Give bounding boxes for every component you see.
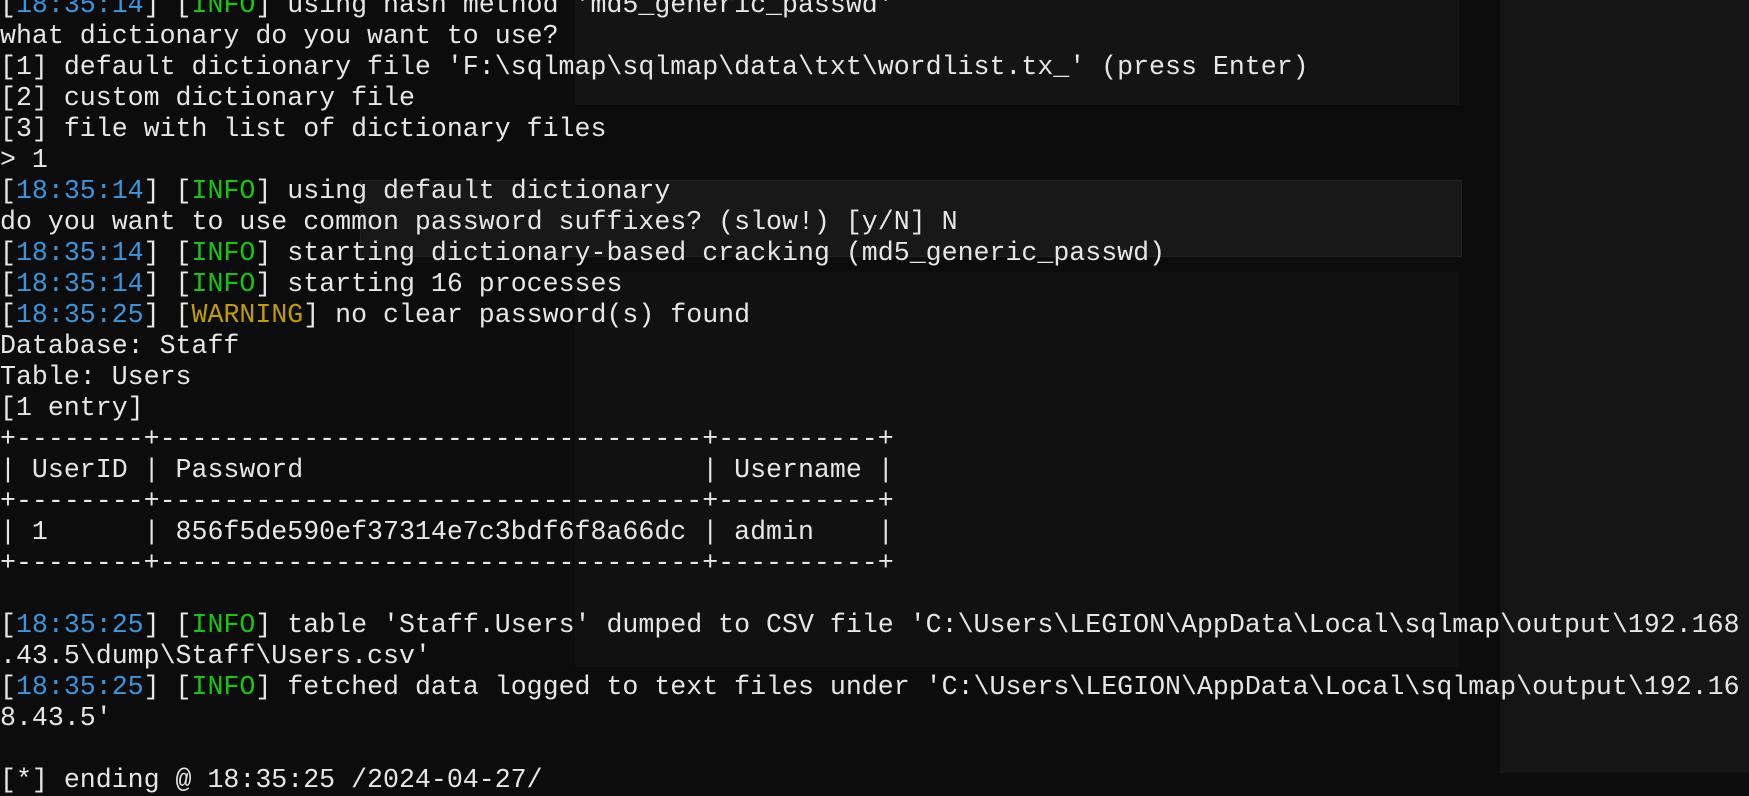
text: ] fetched data logged to text files unde…	[255, 672, 1740, 702]
text: ] [	[143, 672, 192, 702]
text: +--------+------------------------------…	[0, 548, 894, 578]
terminal-line: 8.43.5'	[0, 703, 1749, 734]
text: ] [	[143, 0, 192, 20]
text: ] using default dictionary	[255, 176, 671, 206]
text: [	[0, 672, 16, 702]
text: what dictionary do you want to use?	[0, 21, 559, 51]
terminal-output[interactable]: [18:35:14] [INFO] using hash method 'md5…	[0, 0, 1749, 796]
text: 8.43.5'	[0, 703, 112, 733]
text: > 1	[0, 145, 48, 175]
text: ] using hash method 'md5_generic_passwd'	[255, 0, 894, 20]
timestamp: 18:35:25	[15, 672, 144, 702]
text: ] table 'Staff.Users' dumped to CSV file…	[255, 610, 1740, 640]
terminal-line: [2] custom dictionary file	[0, 83, 1749, 114]
info-tag: INFO	[191, 0, 256, 20]
text: ] no clear password(s) found	[303, 300, 751, 330]
text: ] [	[143, 300, 192, 330]
timestamp: 18:35:25	[15, 300, 144, 330]
info-tag: INFO	[191, 238, 256, 268]
terminal-line: [18:35:14] [INFO] starting dictionary-ba…	[0, 238, 1749, 269]
text: [	[0, 0, 16, 20]
terminal-line: Database: Staff	[0, 331, 1749, 362]
timestamp: 18:35:25	[15, 610, 144, 640]
terminal-line: [18:35:14] [INFO] starting 16 processes	[0, 269, 1749, 300]
terminal-line: +--------+------------------------------…	[0, 486, 1749, 517]
text: ] starting dictionary-based cracking (md…	[255, 238, 1166, 268]
text: +--------+------------------------------…	[0, 424, 894, 454]
text: [	[0, 269, 16, 299]
text: [3] file with list of dictionary files	[0, 114, 607, 144]
info-tag: INFO	[191, 610, 256, 640]
text: [	[0, 176, 16, 206]
terminal-line: [*] ending @ 18:35:25 /2024-04-27/	[0, 765, 1749, 796]
terminal-line: .43.5\dump\Staff\Users.csv'	[0, 641, 1749, 672]
terminal-line: [18:35:25] [INFO] fetched data logged to…	[0, 672, 1749, 703]
terminal-line: | UserID | Password | Username |	[0, 455, 1749, 486]
text: [1 entry]	[0, 393, 144, 423]
text: do you want to use common password suffi…	[0, 207, 958, 237]
terminal-line: [3] file with list of dictionary files	[0, 114, 1749, 145]
text: +--------+------------------------------…	[0, 486, 894, 516]
text: [2] custom dictionary file	[0, 83, 415, 113]
terminal-line: Table: Users	[0, 362, 1749, 393]
warning-tag: WARNING	[191, 300, 304, 330]
terminal-line: [18:35:14] [INFO] using default dictiona…	[0, 176, 1749, 207]
timestamp: 18:35:14	[15, 0, 144, 20]
terminal-line: > 1	[0, 145, 1749, 176]
terminal-line: [18:35:25] [INFO] table 'Staff.Users' du…	[0, 610, 1749, 641]
terminal-line: +--------+------------------------------…	[0, 548, 1749, 579]
text: Table: Users	[0, 362, 192, 392]
text: ] [	[143, 176, 192, 206]
info-tag: INFO	[191, 269, 256, 299]
text: ] [	[143, 238, 192, 268]
terminal-line: [1] default dictionary file 'F:\sqlmap\s…	[0, 52, 1749, 83]
terminal-line: +--------+------------------------------…	[0, 424, 1749, 455]
terminal-line: | 1 | 856f5de590ef37314e7c3bdf6f8a66dc |…	[0, 517, 1749, 548]
text: [*] ending @ 18:35:25 /2024-04-27/	[0, 765, 543, 795]
text: [1] default dictionary file 'F:\sqlmap\s…	[0, 52, 1309, 82]
text: ] [	[143, 269, 192, 299]
text: [	[0, 238, 16, 268]
terminal-line: do you want to use common password suffi…	[0, 207, 1749, 238]
terminal-line: [1 entry]	[0, 393, 1749, 424]
text: ] starting 16 processes	[255, 269, 623, 299]
text: .43.5\dump\Staff\Users.csv'	[0, 641, 431, 671]
info-tag: INFO	[191, 176, 256, 206]
terminal-line: what dictionary do you want to use?	[0, 21, 1749, 52]
text: ] [	[143, 610, 192, 640]
terminal-line: [18:35:25] [WARNING] no clear password(s…	[0, 300, 1749, 331]
timestamp: 18:35:14	[15, 176, 144, 206]
info-tag: INFO	[191, 672, 256, 702]
timestamp: 18:35:14	[15, 269, 144, 299]
timestamp: 18:35:14	[15, 238, 144, 268]
terminal-line: [18:35:14] [INFO] using hash method 'md5…	[0, 0, 1749, 21]
text: [	[0, 610, 16, 640]
text: | UserID | Password | Username |	[0, 455, 894, 485]
text: | 1 | 856f5de590ef37314e7c3bdf6f8a66dc |…	[0, 517, 894, 547]
text: Database: Staff	[0, 331, 240, 361]
text: [	[0, 300, 16, 330]
